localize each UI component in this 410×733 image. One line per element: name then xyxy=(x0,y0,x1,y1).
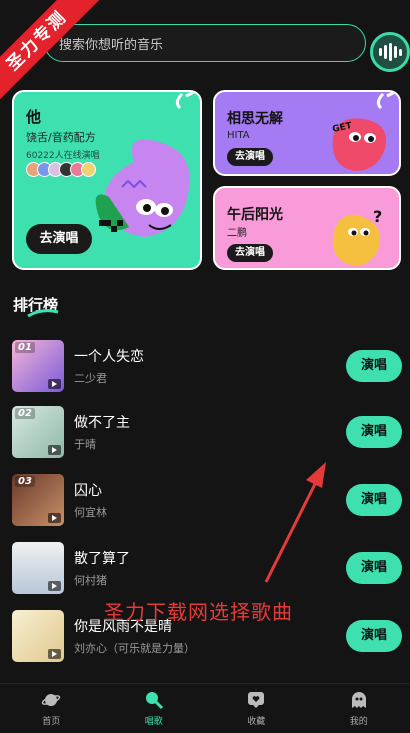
annotation-text: 圣力下载网选择歌曲 xyxy=(104,600,293,624)
watermark-ribbon-text: 圣力专测 xyxy=(0,0,101,105)
watermark-ribbon: 圣力专测 xyxy=(0,0,110,110)
